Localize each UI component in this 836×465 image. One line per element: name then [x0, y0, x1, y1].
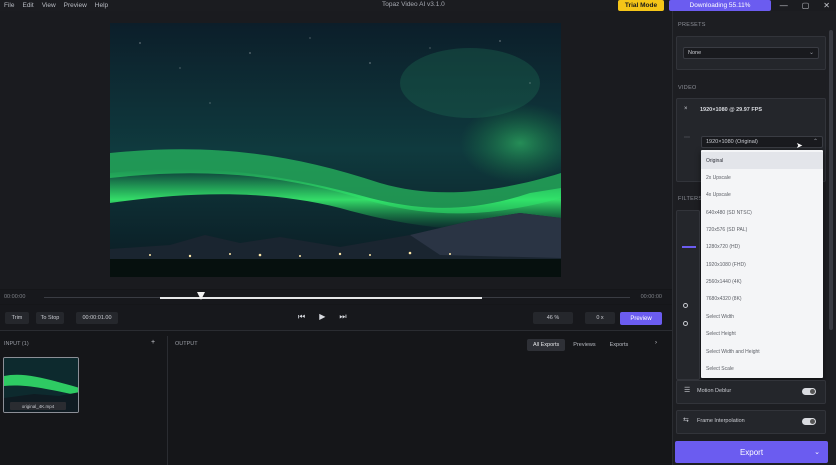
maximize-icon[interactable]: ▢	[802, 1, 810, 10]
menu-file[interactable]: File	[4, 2, 14, 9]
radio-option-2[interactable]	[683, 321, 688, 326]
stop-button[interactable]: To Stop	[36, 312, 64, 324]
menu-edit[interactable]: Edit	[22, 2, 33, 9]
trim-label: Trim	[11, 315, 23, 321]
filter-accent-bar	[682, 246, 696, 248]
presets-label: PRESETS	[678, 22, 706, 28]
add-input-button[interactable]: +	[151, 339, 155, 346]
chevron-up-icon: ⌃	[812, 139, 818, 145]
preset-value: None	[688, 50, 702, 56]
dropdown-item[interactable]: Select Width	[701, 308, 823, 325]
output-tabs: All Exports Previews Exports	[527, 339, 634, 351]
chevron-down-icon: ⌄	[808, 50, 814, 56]
dropdown-item[interactable]: 2x Upscale	[701, 169, 823, 186]
trim-button[interactable]: Trim	[5, 312, 29, 324]
transport-group: ⏮ ▶ ⏭	[298, 312, 347, 322]
next-frame-icon[interactable]: ⏭	[339, 312, 346, 322]
dropdown-item[interactable]: 7680x4320 (8K)	[701, 290, 823, 307]
resolution-icon: ⋯	[684, 135, 690, 141]
app-title: Topaz Video AI v3.1.0	[382, 1, 445, 8]
video-label: VIDEO	[678, 85, 697, 91]
dropdown-item[interactable]: 2560x1440 (4K)	[701, 273, 823, 290]
resolution-select[interactable]: 1920×1080 (Original) ⌃	[701, 136, 823, 148]
video-info: 1920×1080 @ 29.97 FPS	[700, 107, 763, 113]
dropdown-item[interactable]: 4x Upscale	[701, 186, 823, 203]
timeline-progress	[160, 297, 482, 299]
close-icon[interactable]: ✕	[823, 1, 830, 10]
output-expand-icon[interactable]: ›	[655, 340, 657, 346]
tab-exports[interactable]: Exports	[604, 339, 635, 351]
frame-select[interactable]: 0 x	[585, 312, 615, 324]
dropdown-item[interactable]: 1920x1080 (FHD)	[701, 256, 823, 273]
minimize-icon[interactable]: —	[780, 1, 788, 10]
motion-deblur-label: Motion Deblur	[697, 388, 732, 394]
preview-area	[0, 11, 672, 289]
motion-deblur-icon: ☰	[684, 387, 691, 394]
radio-option-1[interactable]	[683, 303, 688, 308]
dropdown-item[interactable]: Select Scale	[701, 360, 823, 377]
filters-box	[676, 210, 700, 380]
input-output-area	[0, 332, 672, 465]
timeline-start-time: 00:00:00	[4, 294, 26, 300]
window-controls: — ▢ ✕	[780, 0, 830, 11]
dropdown-item[interactable]: 640x480 (SD NTSC)	[701, 204, 823, 221]
collapse-icon[interactable]: ×	[684, 106, 688, 112]
stop-label: To Stop	[40, 315, 60, 321]
frame-interpolation-icon: ⇆	[683, 417, 689, 424]
tab-all-exports[interactable]: All Exports	[527, 339, 566, 351]
timeline-end-time: 00:00:00	[640, 294, 662, 300]
mouse-cursor-icon: ➤	[796, 141, 803, 150]
export-button[interactable]: Export ⌄	[675, 441, 828, 463]
menu-preview[interactable]: Preview	[64, 2, 87, 9]
input-label: INPUT (1)	[4, 341, 29, 347]
timeline[interactable]: 00:00:00 00:00:00	[0, 290, 672, 304]
dropdown-item[interactable]: Select Height	[701, 325, 823, 342]
resolution-value: 1920×1080 (Original)	[706, 139, 758, 145]
frame-interpolation-toggle[interactable]	[802, 418, 816, 425]
resolution-dropdown: Original 2x Upscale 4x Upscale 640x480 (…	[701, 150, 823, 378]
settings-scrollbar[interactable]	[829, 30, 833, 330]
video-preview-image	[110, 23, 561, 277]
previous-frame-icon[interactable]: ⏮	[298, 312, 305, 322]
dropdown-item[interactable]: Select Width and Height	[701, 343, 823, 360]
dropdown-item[interactable]: 1280x720 (HD)	[701, 238, 823, 255]
input-file-name: original_4K.mp4	[10, 402, 66, 410]
preview-button[interactable]: Preview	[620, 312, 662, 325]
menu-view[interactable]: View	[42, 2, 56, 9]
dropdown-item[interactable]: Original	[701, 152, 823, 169]
export-label: Export	[739, 447, 764, 457]
tab-previews[interactable]: Previews	[567, 339, 601, 351]
menu-help[interactable]: Help	[95, 2, 108, 9]
timecode-field[interactable]: 00:00:01.00	[76, 312, 118, 324]
zoom-select[interactable]: 46 %	[533, 312, 573, 324]
io-divider	[167, 336, 168, 465]
play-icon[interactable]: ▶	[319, 312, 325, 322]
dropdown-item[interactable]: 720x576 (SD PAL)	[701, 221, 823, 238]
filters-label: FILTERS	[678, 196, 703, 202]
download-progress-button[interactable]: Downloading 55.11%	[669, 0, 771, 11]
frame-interpolation-label: Frame Interpolation	[697, 418, 745, 424]
trial-mode-button[interactable]: Trial Mode	[618, 0, 664, 11]
menu: File Edit View Preview Help	[0, 2, 108, 9]
motion-deblur-toggle[interactable]	[802, 388, 816, 395]
playback-controls: Trim To Stop 00:00:01.00 ⏮ ▶ ⏭ 46 % 0 x …	[0, 305, 672, 331]
output-label: OUTPUT	[175, 341, 198, 347]
export-options-icon[interactable]: ⌄	[814, 448, 820, 456]
preset-select[interactable]: None ⌄	[683, 47, 819, 59]
